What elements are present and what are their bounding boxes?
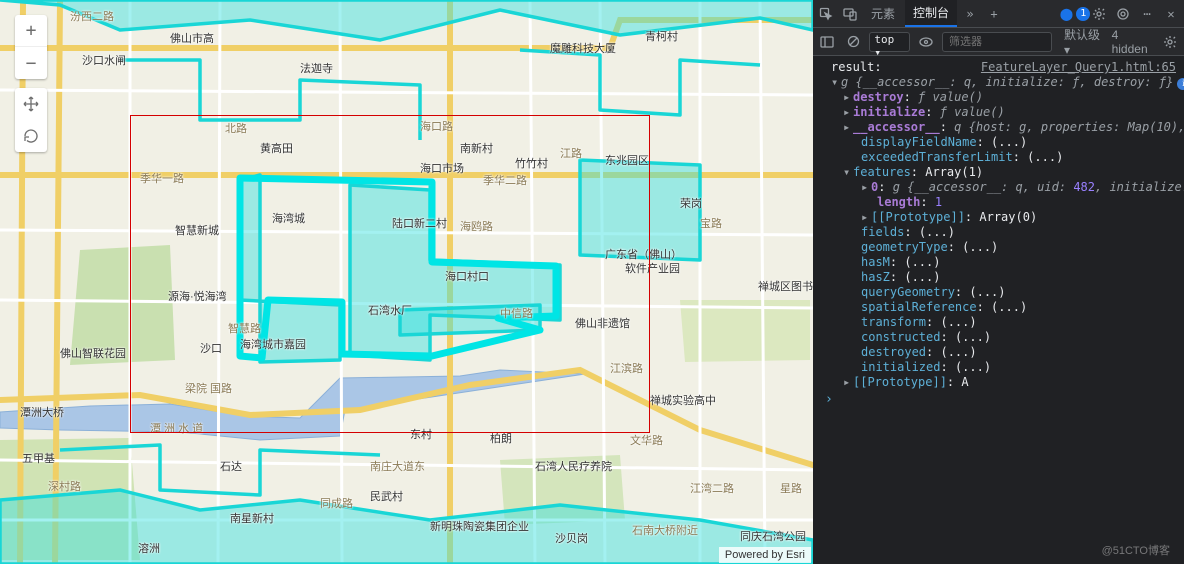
info-icon[interactable]: i [1177,78,1184,90]
map-label: 江湾二路 [690,480,734,496]
settings-icon[interactable] [1088,3,1110,25]
map-label: 同成路 [320,495,353,511]
filter-input[interactable] [942,32,1052,52]
tab-console[interactable]: 控制台 [905,0,957,27]
map-label: 五甲基 [22,450,55,466]
live-expr-icon[interactable] [916,31,936,53]
more-tabs-icon[interactable]: » [959,3,981,25]
source-link[interactable]: FeatureLayer_Query1.html:65 [981,60,1176,75]
attribution: Powered by Esri [719,547,811,563]
map-label: 民武村 [370,488,403,504]
map-label: 佛山市高 [170,30,214,46]
map-label: 南星新村 [230,510,274,526]
hidden-count: 4 hidden [1112,28,1154,56]
map-label: 禅城实验高中 [650,392,716,408]
device-icon[interactable] [839,3,861,25]
map-label: 文华路 [630,432,663,448]
map-label: 潭洲大桥 [20,404,64,420]
levels-dropdown[interactable]: 默认级 ▾ [1064,26,1106,57]
devtools-tabbar: 元素 控制台 » + ⬤1 ⋯ ✕ [813,0,1184,28]
rotate-button[interactable] [15,120,47,152]
map-label: 深村路 [48,478,81,494]
console-settings-icon[interactable] [1160,31,1180,53]
map-pane[interactable]: 汾西二路佛山市高沙口水闸北路黄高田海口路南新村魔雕科技大厦青柯村江路法迦寺海口市… [0,0,813,564]
map-label: 沙贝岗 [555,530,588,546]
map-label: 星路 [780,480,802,496]
console-prompt[interactable]: › [819,390,1184,407]
kebab-icon[interactable]: ⋯ [1136,3,1158,25]
zoom-in-button[interactable]: + [15,15,47,47]
tab-elements[interactable]: 元素 [863,1,903,27]
map-label: 沙口水闸 [82,52,126,68]
map-label: 法迦寺 [300,60,333,76]
map-label: 魔雕科技大厦 [550,40,616,56]
map-label: 青柯村 [645,28,678,44]
map-label: 石达 [220,458,242,474]
customize-icon[interactable] [1112,3,1134,25]
pan-button[interactable] [15,88,47,120]
zoom-control: + − [15,15,47,79]
map-label: 禅城区图书馆 [758,278,813,294]
map-label: 南庄大道东 [370,458,425,474]
sidebar-toggle-icon[interactable] [817,31,837,53]
map-label: 汾西二路 [70,8,114,24]
issues-icon[interactable]: ⬤1 [1064,3,1086,25]
close-icon[interactable]: ✕ [1160,3,1182,25]
console-output[interactable]: result:FeatureLayer_Query1.html:65 g {__… [813,56,1184,564]
map-label: 同庆石湾公园 [740,528,806,544]
new-tab-icon[interactable]: + [983,3,1005,25]
result-label: result: [831,60,882,75]
nav-control [15,88,47,152]
map-label: 石湾人民疗养院 [535,458,612,474]
devtools-panel: 元素 控制台 » + ⬤1 ⋯ ✕ top ▾ 默认级 ▾ 4 hidden r… [813,0,1184,564]
expand-icon[interactable] [831,75,841,90]
map-label: 佛山智联花园 [60,345,126,361]
map-label: 石南大桥附近 [632,522,698,538]
map-label: 新明珠陶瓷集团企业 [430,518,529,534]
inspect-icon[interactable] [815,3,837,25]
zoom-out-button[interactable]: − [15,47,47,79]
watermark: @51CTO博客 [1102,542,1170,558]
context-selector[interactable]: top ▾ [869,32,909,52]
console-filterbar: top ▾ 默认级 ▾ 4 hidden [813,28,1184,56]
map-label: 宝路 [700,215,722,231]
query-extent-box [130,115,650,433]
clear-console-icon[interactable] [843,31,863,53]
map-label: 荣岗 [680,195,702,211]
map-label: 溶洲 [138,540,160,556]
